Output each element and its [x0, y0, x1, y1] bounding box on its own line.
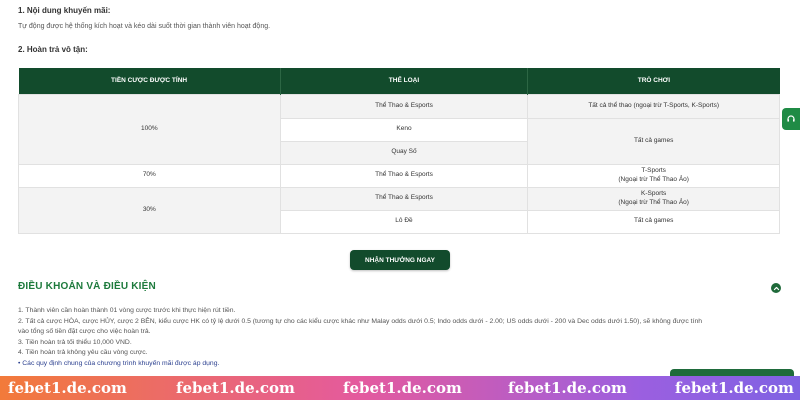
terms-collapse-toggle[interactable]: [771, 283, 781, 293]
headset-icon: [787, 115, 795, 122]
game-name: K-Sports: [641, 190, 667, 198]
category-cell: Thể Thao & Esports: [279, 163, 529, 188]
terms-title: ĐIỀU KHOẢN VÀ ĐIỀU KIỆN: [18, 281, 156, 292]
promo-heading-rebate: 2. Hoàn trả vô tận:: [18, 45, 88, 54]
column-header-game: TRÒ CHƠI: [527, 68, 780, 94]
chevron-up-icon: [773, 286, 779, 290]
promo-description: Tự động được hệ thống kích hoạt và kéo d…: [18, 23, 271, 30]
category-cell: Quay Số: [279, 140, 529, 165]
table-row: 30% Thể Thao & Esports K-Sports (Ngoại t…: [18, 186, 780, 234]
category-cell: Thể Thao & Esports: [279, 186, 529, 211]
tier-70-cell: 70%: [18, 163, 281, 188]
support-side-button[interactable]: [782, 108, 800, 130]
terms-item: 4. Tiền hoàn trả không yêu cầu vòng cược…: [18, 349, 148, 357]
game-cell: Tất cả games: [527, 209, 780, 234]
watermark-text: febet1.de.com: [176, 379, 295, 397]
category-cell: Thể Thao & Esports: [279, 93, 529, 119]
terms-item: 2. Tất cả cược HÒA, cược HỦY, cược 2 BÊN…: [18, 317, 703, 325]
terms-item: 3. Tiền hoàn trả tối thiểu 10,000 VND.: [18, 338, 132, 346]
watermark-banner: febet1.de.com febet1.de.com febet1.de.co…: [0, 376, 800, 400]
table-header-row: TIỀN CƯỢC ĐƯỢC TÍNH THỂ LOẠI TRÒ CHƠI: [18, 68, 780, 94]
terms-item: 1. Thành viên cần hoàn thành 01 vòng cượ…: [18, 307, 236, 314]
game-note: (Ngoại trừ Thể Thao Ảo): [618, 175, 689, 183]
rebate-table: TIỀN CƯỢC ĐƯỢC TÍNH THỂ LOẠI TRÒ CHƠI 10…: [18, 68, 780, 234]
terms-list: 1. Thành viên cần hoàn thành 01 vòng cượ…: [18, 306, 778, 369]
game-cell: Tất cả games: [527, 117, 780, 165]
watermark-text: febet1.de.com: [8, 379, 127, 397]
claim-reward-button[interactable]: NHẬN THƯỞNG NGAY: [350, 250, 450, 270]
terms-item: vào tổng số tiền đặt cược cho việc hoàn …: [18, 328, 151, 336]
promo-heading-content: 1. Nội dung khuyến mãi:: [18, 6, 111, 15]
game-cell: Tất cả thể thao (ngoại trừ T-Sports, K-S…: [527, 93, 780, 119]
category-cell: Lô Đề: [279, 209, 529, 234]
watermark-text: febet1.de.com: [675, 379, 794, 397]
watermark-text: febet1.de.com: [508, 379, 627, 397]
table-row: 70% Thể Thao & Esports T-Sports (Ngoại t…: [18, 163, 780, 188]
game-cell: T-Sports (Ngoại trừ Thể Thao Ảo): [527, 163, 780, 188]
game-cell: K-Sports (Ngoại trừ Thể Thao Ảo): [527, 186, 780, 211]
category-cell: Keno: [279, 117, 529, 142]
tier-30-cell: 30%: [18, 186, 281, 234]
tier-100-cell: 100%: [18, 93, 281, 165]
column-header-category: THỂ LOẠI: [280, 68, 529, 94]
game-note: (Ngoại trừ Thể Thao Ảo): [618, 198, 689, 206]
column-header-bet: TIỀN CƯỢC ĐƯỢC TÍNH: [18, 68, 281, 94]
watermark-text: febet1.de.com: [343, 379, 462, 397]
general-rules-link[interactable]: • Các quy định chung của chương trình kh…: [18, 359, 778, 370]
game-name: T-Sports: [641, 167, 666, 175]
table-row: 100% Thể Thao & Esports Tất cả thể thao …: [18, 93, 780, 165]
